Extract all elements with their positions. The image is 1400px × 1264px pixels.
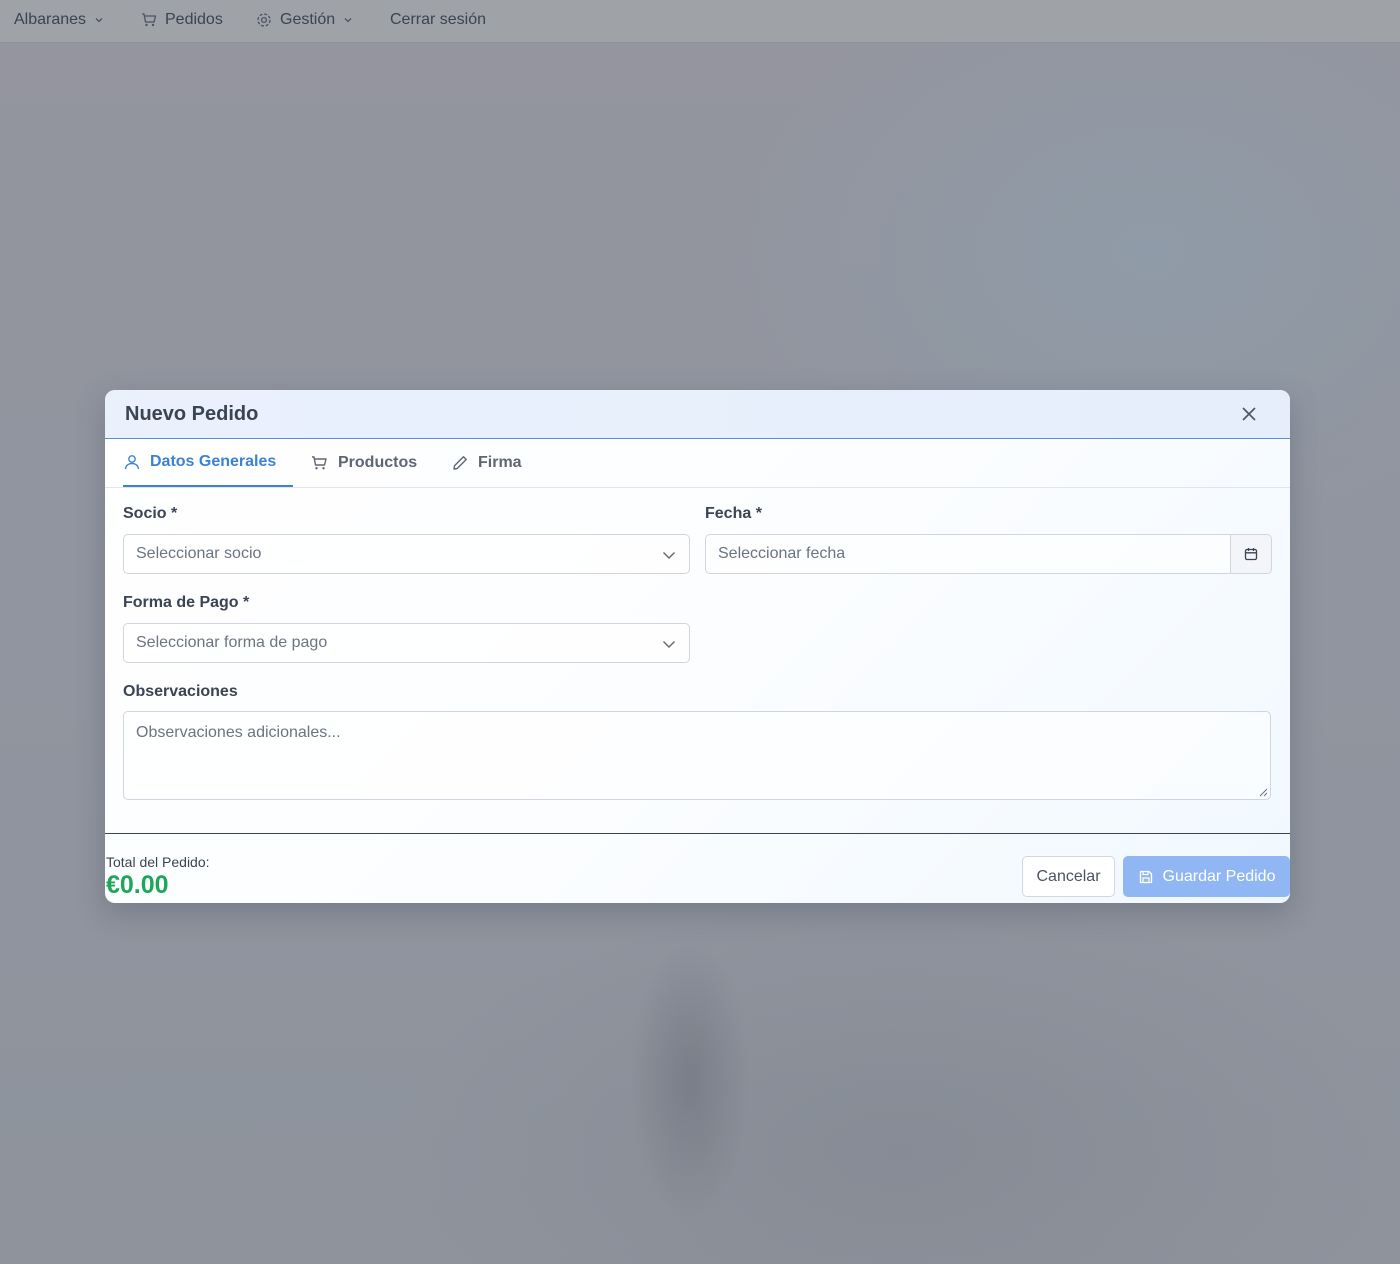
observaciones-placeholder: Observaciones adicionales...	[136, 724, 341, 741]
gear-icon	[257, 13, 271, 27]
forma-pago-select[interactable]: Seleccionar forma de pago	[123, 623, 690, 663]
total-value: €0.00	[106, 871, 169, 899]
chevron-down-icon	[344, 18, 352, 23]
tab-firma-label: Firma	[478, 454, 522, 471]
tab-productos-label: Productos	[338, 454, 418, 471]
fecha-date-picker[interactable]: Seleccionar fecha	[705, 534, 1272, 574]
save-button-label: Guardar Pedido	[1162, 867, 1276, 885]
nuevo-pedido-dialog: Nuevo Pedido Datos Generales Productos F…	[105, 390, 1290, 903]
calendar-icon	[1244, 548, 1258, 561]
total-label: Total del Pedido:	[106, 854, 210, 870]
top-navigation-bar: Albaranes Pedidos Gestión Cerrar sesión	[0, 0, 1400, 43]
nav-pedidos-label: Pedidos	[165, 11, 223, 28]
save-icon	[1139, 870, 1152, 883]
footer-divider	[105, 833, 1290, 834]
cancel-button-label: Cancelar	[1036, 867, 1101, 885]
nav-cerrar-sesion-link[interactable]: Cerrar sesión	[390, 11, 486, 29]
forma-pago-label: Forma de Pago *	[123, 594, 250, 611]
user-icon	[124, 455, 140, 470]
resize-handle-icon[interactable]	[1258, 787, 1268, 797]
forma-pago-placeholder: Seleccionar forma de pago	[136, 634, 328, 651]
dialog-title: Nuevo Pedido	[125, 403, 259, 425]
fecha-label: Fecha *	[705, 505, 762, 522]
tab-datos-generales-label: Datos Generales	[150, 453, 277, 470]
observaciones-label: Observaciones	[123, 683, 238, 700]
nav-gestion-label: Gestión	[280, 11, 336, 28]
nav-albaranes-menu[interactable]: Albaranes	[14, 11, 105, 29]
socio-select-placeholder: Seleccionar socio	[136, 545, 262, 562]
chevron-down-icon	[663, 552, 675, 559]
chevron-down-icon	[663, 641, 675, 648]
chevron-down-icon	[95, 18, 103, 23]
cancel-button[interactable]: Cancelar	[1022, 856, 1115, 897]
tab-productos[interactable]: Productos	[310, 439, 417, 487]
nav-cerrar-sesion-label: Cerrar sesión	[390, 11, 487, 28]
socio-label: Socio *	[123, 505, 178, 522]
cart-icon	[142, 13, 157, 27]
fecha-placeholder: Seleccionar fecha	[718, 545, 846, 562]
tab-datos-generales[interactable]: Datos Generales	[123, 439, 294, 487]
calendar-button[interactable]	[1230, 535, 1271, 573]
close-button[interactable]	[1239, 404, 1259, 424]
cart-icon	[312, 456, 327, 470]
socio-select[interactable]: Seleccionar socio	[123, 534, 690, 574]
observaciones-textarea[interactable]: Observaciones adicionales...	[123, 711, 1271, 800]
tab-firma[interactable]: Firma	[451, 439, 522, 487]
dialog-header: Nuevo Pedido	[105, 390, 1290, 439]
nav-gestion-menu[interactable]: Gestión	[255, 11, 354, 29]
dialog-tabs: Datos Generales Productos Firma	[105, 439, 1290, 488]
nav-albaranes-label: Albaranes	[14, 11, 87, 28]
save-order-button[interactable]: Guardar Pedido	[1123, 856, 1290, 897]
nav-pedidos-link[interactable]: Pedidos	[140, 11, 223, 29]
close-icon	[1242, 407, 1256, 421]
pencil-icon	[453, 456, 467, 470]
